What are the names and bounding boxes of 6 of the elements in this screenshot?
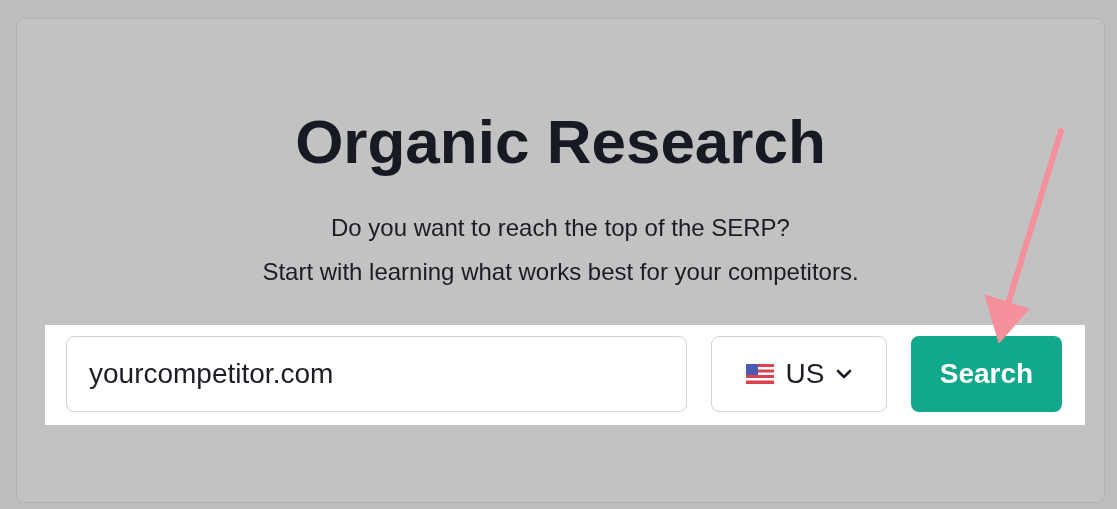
flag-icon — [745, 364, 774, 384]
domain-input-field[interactable]: yourcompetitor.com — [66, 336, 687, 412]
chevron-down-icon — [836, 369, 853, 379]
country-select[interactable]: US — [711, 336, 887, 412]
subtitle-text: Start with learning what works best for your competitors. — [262, 257, 859, 287]
subtitle-text: Do you want to reach the top of the SERP? — [331, 213, 790, 243]
